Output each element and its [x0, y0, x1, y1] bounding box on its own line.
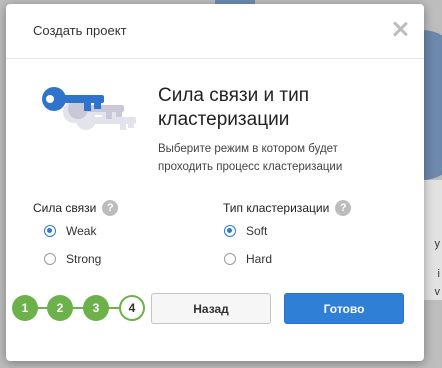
step-3[interactable]: 3 [83, 295, 109, 321]
background-text: y [434, 238, 441, 250]
radio-label-strong: Strong [66, 252, 102, 266]
help-icon[interactable]: ? [102, 200, 119, 216]
radio-label-soft: Soft [246, 224, 268, 238]
modal-header: Создать проект [6, 4, 424, 59]
background-text: v [434, 286, 441, 298]
radio-label-weak: Weak [66, 224, 97, 238]
radio-strong[interactable]: Strong [44, 252, 101, 266]
back-button[interactable]: Назад [151, 293, 271, 324]
step-4-current: 4 [119, 295, 145, 321]
modal-title: Создать проект [33, 23, 127, 38]
radio-button-checked[interactable] [44, 225, 56, 237]
step-description: Выберите режим в котором будет проходить… [158, 143, 343, 173]
radio-soft[interactable]: Soft [224, 224, 267, 238]
radio-weak[interactable]: Weak [44, 224, 96, 238]
clustering-type-title: Тип кластеризации [223, 201, 330, 215]
radio-button-checked[interactable] [224, 225, 236, 237]
keys-icon [42, 87, 136, 130]
radio-button[interactable] [44, 253, 56, 265]
close-icon[interactable] [392, 21, 408, 37]
link-strength-label: Сила связи ? [33, 200, 119, 216]
background-text: i [437, 268, 440, 280]
help-icon[interactable]: ? [335, 200, 352, 216]
step-2[interactable]: 2 [47, 295, 73, 321]
radio-label-hard: Hard [246, 252, 273, 266]
step-heading: Сила связи и тип кластеризации [158, 85, 310, 130]
step-1[interactable]: 1 [12, 295, 38, 321]
done-button[interactable]: Готово [284, 293, 404, 324]
radio-hard[interactable]: Hard [224, 252, 272, 266]
create-project-modal: Создать проект Сила связи и тип кластери… [6, 4, 424, 361]
link-strength-title: Сила связи [33, 201, 97, 215]
radio-button[interactable] [224, 253, 236, 265]
clustering-type-label: Тип кластеризации ? [223, 200, 352, 216]
